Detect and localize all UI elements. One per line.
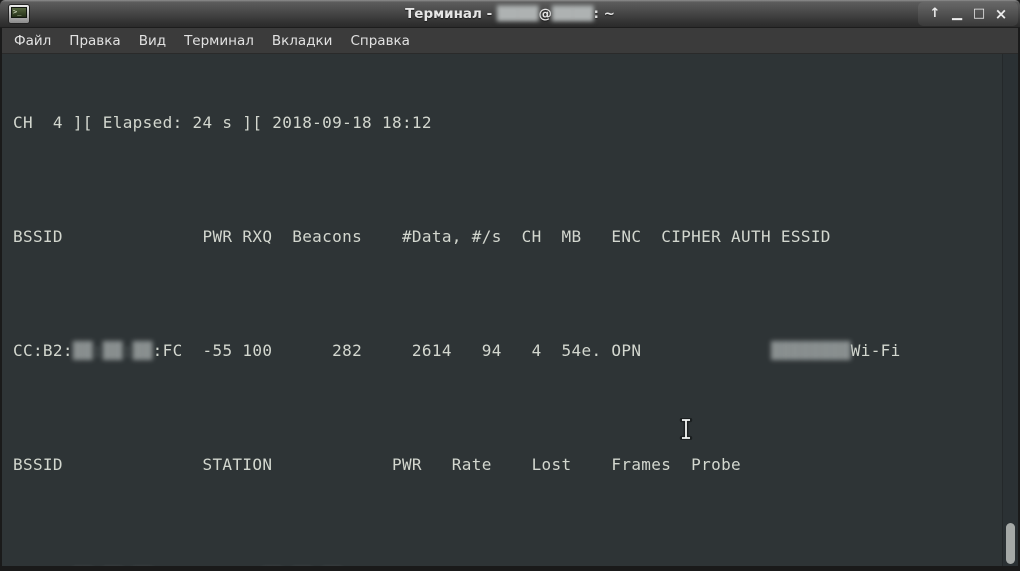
- ap-table-header: BSSID PWR RXQ Beacons #Data, #/s CH MB E…: [13, 227, 1018, 246]
- menu-terminal[interactable]: Терминал: [184, 33, 254, 49]
- minimize-button[interactable]: ▁: [946, 2, 968, 26]
- scrollbar-track[interactable]: [1002, 54, 1018, 566]
- censored-essid: ████████: [770, 341, 851, 360]
- censored-username: ████: [496, 6, 539, 22]
- ap-row-values: -55 100 282 2614 94 4 54e. OPN: [182, 341, 771, 360]
- terminal-viewport[interactable]: CH 4 ][ Elapsed: 24 s ][ 2018-09-18 18:1…: [2, 54, 1018, 566]
- ap-bssid-suffix: :FC: [152, 341, 183, 360]
- shade-icon: ↑: [929, 6, 941, 21]
- window-title-suffix: : ~: [593, 6, 615, 22]
- ap-header-text: BSSID PWR RXQ Beacons #Data, #/s CH MB E…: [13, 227, 831, 246]
- censored-hostname: ████: [551, 6, 594, 22]
- airodump-status-line: CH 4 ][ Elapsed: 24 s ][ 2018-09-18 18:1…: [13, 113, 1018, 132]
- maximize-icon: □: [972, 6, 986, 21]
- menubar: Файл Правка Вид Терминал Вкладки Справка: [2, 28, 1018, 54]
- ap-bssid-prefix: CC:B2:: [13, 341, 73, 360]
- menu-view[interactable]: Вид: [139, 33, 166, 49]
- menu-edit[interactable]: Правка: [69, 33, 120, 49]
- window-title-text: Терминал -: [405, 6, 497, 22]
- menu-file[interactable]: Файл: [14, 33, 51, 49]
- window-title-at: @: [538, 6, 552, 22]
- status-line-text: CH 4 ][ Elapsed: 24 s ][ 2018-09-18 18:1…: [13, 113, 432, 132]
- station-table-header: BSSID STATION PWR Rate Lost Frames Probe: [13, 455, 1018, 474]
- station-header-text: BSSID STATION PWR Rate Lost Frames Probe: [13, 455, 742, 474]
- shade-button[interactable]: ↑: [924, 2, 946, 26]
- ap-row: CC:B2:██:██:██:FC -55 100 282 2614 94 4 …: [13, 341, 1018, 360]
- menu-help[interactable]: Справка: [350, 33, 409, 49]
- ap-essid-suffix: Wi-Fi: [850, 341, 901, 360]
- close-icon: ×: [994, 5, 1008, 23]
- scrollbar-thumb[interactable]: [1006, 523, 1015, 564]
- censored-bssid: ██:██:██: [72, 341, 153, 360]
- minimize-icon: ▁: [952, 6, 962, 21]
- menu-tabs[interactable]: Вкладки: [272, 33, 333, 49]
- window-title: Терминал - ████@████: ~: [0, 0, 1020, 28]
- maximize-button[interactable]: □: [968, 2, 990, 26]
- terminal-window: >_ Терминал - ████@████: ~ ↑ ▁ □ × Файл …: [0, 0, 1020, 571]
- titlebar[interactable]: >_ Терминал - ████@████: ~ ↑ ▁ □ ×: [0, 0, 1020, 28]
- terminal-output: CH 4 ][ Elapsed: 24 s ][ 2018-09-18 18:1…: [2, 54, 1018, 566]
- window-controls: ↑ ▁ □ ×: [918, 2, 1018, 26]
- close-button[interactable]: ×: [990, 2, 1012, 26]
